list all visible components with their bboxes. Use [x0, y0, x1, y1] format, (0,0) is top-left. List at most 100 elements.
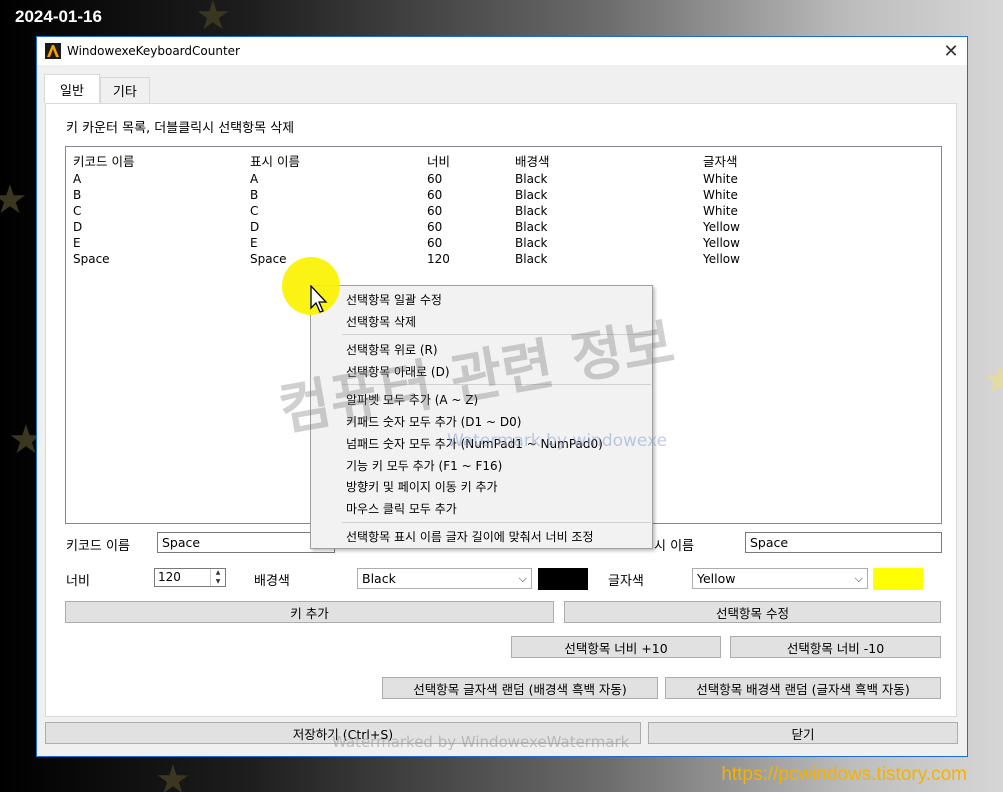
menu-item-bulk-edit[interactable]: 선택항목 일괄 수정	[346, 291, 442, 308]
star-icon: ★	[982, 357, 1003, 403]
column-header[interactable]: 배경색	[515, 151, 550, 170]
star-icon: ★	[155, 757, 191, 792]
cell-width: 60	[427, 172, 443, 186]
menu-item-move-up[interactable]: 선택항목 위로 (R)	[346, 341, 438, 358]
menu-item-move-down[interactable]: 선택항목 아래로 (D)	[346, 363, 450, 380]
menu-separator	[342, 384, 651, 385]
bg-color-label: 배경색	[254, 574, 290, 589]
cell-keycode: C	[73, 204, 82, 218]
fg-color-select[interactable]: Yellow ⌵	[692, 568, 868, 589]
cell-bg: Black	[515, 220, 548, 234]
list-row[interactable]: D D 60 Black Yellow	[66, 220, 941, 236]
width-stepper[interactable]: 120 ▲ ▼	[154, 568, 226, 587]
mouse-pointer-icon	[310, 285, 328, 313]
cell-display: A	[250, 172, 259, 186]
cell-bg: Black	[515, 172, 548, 186]
cell-fg: White	[703, 172, 738, 186]
list-caption: 키 카운터 목록, 더블클릭시 선택항목 삭제	[66, 121, 295, 136]
cell-bg: Black	[515, 252, 548, 266]
cell-fg: Yellow	[703, 220, 740, 234]
chevron-down-icon: ⌵	[518, 572, 527, 585]
cell-width: 60	[427, 236, 443, 250]
random-fg-button[interactable]: 선택항목 글자색 랜덤 (배경색 흑백 자동)	[382, 677, 658, 699]
cell-fg: Yellow	[703, 236, 740, 250]
column-header[interactable]: 표시 이름	[250, 151, 300, 170]
chevron-down-icon: ⌵	[854, 572, 863, 585]
cell-width: 60	[427, 220, 443, 234]
cell-width: 120	[427, 252, 450, 266]
random-bg-button[interactable]: 선택항목 배경색 랜덤 (글자색 흑백 자동)	[665, 677, 941, 699]
cell-keycode: A	[73, 172, 82, 186]
tab-other[interactable]: 기타	[99, 77, 150, 103]
edit-selected-button[interactable]: 선택항목 수정	[564, 601, 941, 623]
cell-display: D	[250, 220, 260, 234]
bg-color-value: Black	[362, 571, 396, 586]
keycode-label: 키코드 이름	[66, 539, 130, 554]
star-icon: ★	[0, 177, 28, 223]
stepper-buttons[interactable]: ▲ ▼	[210, 569, 225, 586]
cell-bg: Black	[515, 236, 548, 250]
column-header[interactable]: 너비	[427, 151, 450, 170]
stepper-up-icon[interactable]: ▲	[211, 569, 225, 578]
cell-width: 60	[427, 188, 443, 202]
menu-item-add-function-keys[interactable]: 기능 키 모두 추가 (F1 ~ F16)	[346, 457, 502, 474]
tab-strip: 일반 기타	[44, 74, 150, 103]
fg-color-label: 글자색	[608, 574, 644, 589]
cell-keycode: Space	[73, 252, 110, 266]
fg-color-value: Yellow	[697, 571, 736, 586]
list-row[interactable]: E E 60 Black Yellow	[66, 236, 941, 252]
list-row[interactable]: Space Space 120 Black Yellow	[66, 252, 941, 268]
menu-item-add-numpad[interactable]: 넘패드 숫자 모두 추가 (NumPad1 ~ NumPad0)	[346, 435, 603, 452]
menu-separator	[342, 522, 651, 523]
star-icon: ★	[195, 0, 231, 39]
bg-color-swatch	[538, 568, 588, 590]
menu-item-add-digits[interactable]: 키패드 숫자 모두 추가 (D1 ~ D0)	[346, 413, 521, 430]
menu-item-fit-width[interactable]: 선택항목 표시 이름 글자 길이에 맞춰서 너비 조정	[346, 528, 594, 545]
cell-keycode: E	[73, 236, 81, 250]
title-bar[interactable]: WindowexeKeyboardCounter ✕	[37, 37, 967, 65]
display-name-input[interactable]: Space	[745, 532, 942, 553]
list-row[interactable]: A A 60 Black White	[66, 172, 941, 188]
list-header: 키코드 이름 표시 이름 너비 배경색 글자색	[66, 151, 941, 170]
list-row[interactable]: B B 60 Black White	[66, 188, 941, 204]
width-minus-button[interactable]: 선택항목 너비 -10	[730, 636, 941, 658]
menu-separator	[342, 334, 651, 335]
close-window-button[interactable]: ✕	[935, 37, 967, 65]
width-value: 120	[158, 570, 181, 584]
cell-fg: White	[703, 204, 738, 218]
add-key-button[interactable]: 키 추가	[65, 601, 554, 623]
close-button[interactable]: 닫기	[648, 722, 958, 744]
keycode-input[interactable]: Space	[157, 532, 335, 553]
save-button[interactable]: 저장하기 (Ctrl+S)	[45, 722, 641, 744]
menu-item-add-mouse-clicks[interactable]: 마우스 클릭 모두 추가	[346, 500, 457, 517]
cell-display: C	[250, 204, 259, 218]
fg-color-swatch	[873, 568, 923, 590]
width-label: 너비	[66, 574, 90, 589]
app-logo-icon	[45, 43, 61, 59]
cell-display: Space	[250, 252, 287, 266]
menu-item-add-arrow-keys[interactable]: 방향키 및 페이지 이동 키 추가	[346, 478, 498, 495]
app-window: WindowexeKeyboardCounter ✕ 일반 기타 키 카운터 목…	[36, 36, 968, 757]
cell-display: B	[250, 188, 259, 202]
menu-item-add-alphabet[interactable]: 알파벳 모두 추가 (A ~ Z)	[346, 391, 478, 408]
cell-fg: White	[703, 188, 738, 202]
display-name-label: 시 이름	[654, 539, 695, 554]
cell-keycode: D	[73, 220, 83, 234]
column-header[interactable]: 글자색	[703, 151, 738, 170]
cell-bg: Black	[515, 204, 548, 218]
stepper-down-icon[interactable]: ▼	[211, 578, 225, 587]
cell-keycode: B	[73, 188, 82, 202]
date-label: 2024-01-16	[15, 7, 102, 26]
window-title: WindowexeKeyboardCounter	[67, 44, 240, 58]
width-plus-button[interactable]: 선택항목 너비 +10	[511, 636, 721, 658]
blog-url-link[interactable]: https://pcwindows.tistory.com	[721, 764, 967, 786]
list-row[interactable]: C C 60 Black White	[66, 204, 941, 220]
cell-bg: Black	[515, 188, 548, 202]
bg-color-select[interactable]: Black ⌵	[357, 568, 532, 589]
cell-fg: Yellow	[703, 252, 740, 266]
column-header[interactable]: 키코드 이름	[73, 151, 134, 170]
menu-item-delete[interactable]: 선택항목 삭제	[346, 313, 416, 330]
tab-general[interactable]: 일반	[44, 74, 100, 103]
cell-display: E	[250, 236, 258, 250]
close-icon: ✕	[943, 40, 959, 62]
